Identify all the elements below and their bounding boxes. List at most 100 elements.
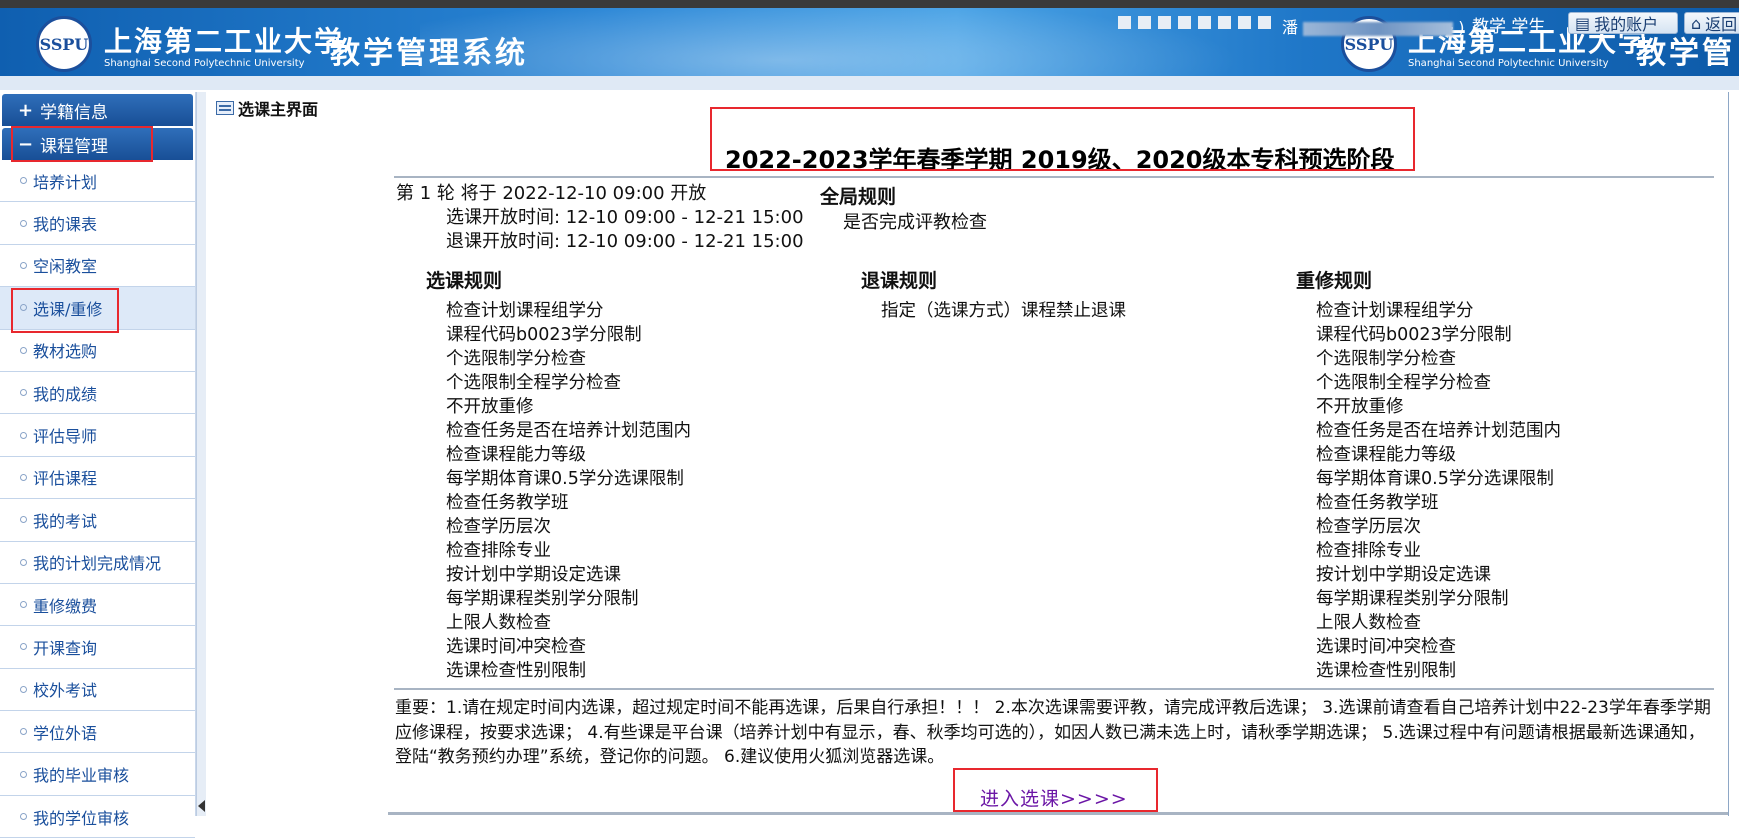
sidebar-item-label: 评估课程: [33, 469, 98, 489]
sidebar-item-evaluate-advisor[interactable]: 评估导师: [0, 414, 195, 457]
theme-square[interactable]: [1158, 16, 1171, 29]
theme-square[interactable]: [1138, 16, 1151, 29]
rule-item: 个选限制全程学分检查: [446, 373, 621, 393]
rule-item: 检查学历层次: [446, 517, 551, 537]
sidebar-item-degree-audit[interactable]: 我的学位审核: [0, 796, 195, 838]
rule-item: 检查任务教学班: [446, 493, 569, 513]
home-icon: ⌂: [1691, 13, 1702, 33]
sidebar-item-plan-completion[interactable]: 我的计划完成情况: [0, 542, 195, 584]
window-icon: [216, 101, 234, 115]
global-rules-title: 全局规则: [820, 186, 897, 208]
sidebar-item-degree-language[interactable]: 学位外语: [0, 711, 195, 754]
rule-item: 按计划中学期设定选课: [446, 565, 621, 585]
rule-item: 每学期课程类别学分限制: [446, 589, 639, 609]
rule-item: 每学期课程类别学分限制: [1316, 589, 1509, 609]
sidebar-item-free-classroom[interactable]: 空闲教室: [0, 245, 195, 288]
sidebar-item-evaluate-course[interactable]: 评估课程: [0, 457, 195, 500]
sidebar-item-label: 我的计划完成情况: [33, 554, 162, 574]
university-name: 上海第二工业大学: [104, 25, 345, 58]
redacted-user-name: [1303, 21, 1454, 36]
collapse-arrow-icon[interactable]: [198, 800, 205, 812]
sidebar-item-retake-payment[interactable]: 重修缴费: [0, 584, 195, 627]
select-rules-title: 选课规则: [426, 270, 503, 292]
user-role: 教学 学生: [1472, 17, 1546, 37]
rule-item: 选课时间冲突检查: [446, 637, 586, 657]
theme-square[interactable]: [1118, 16, 1131, 29]
sidebar-item-my-grades[interactable]: 我的成绩: [0, 372, 195, 415]
rule-item: 不开放重修: [446, 397, 534, 417]
retake-rules-list: 检查计划课程组学分 课程代码b0023学分限制 个选限制学分检查 个选限制全程学…: [1296, 299, 1561, 683]
sidebar-item-training-plan[interactable]: 培养计划: [0, 160, 195, 203]
rule-item: 每学期体育课0.5学分选课限制: [1316, 469, 1554, 489]
bullet-icon: [20, 389, 27, 397]
round-line: 第 1 轮 将于 2022-12-10 09:00 开放: [396, 183, 707, 204]
browser-top-strip: [0, 0, 1739, 8]
bullet-icon: [20, 601, 27, 609]
user-name-suffix: ): [1458, 18, 1465, 37]
important-notice: 重要：1.请在规定时间内选课，超过规定时间不能再选课，后果自行承担！！！ 2.本…: [395, 698, 1711, 767]
rule-item: 检查排除专业: [1316, 541, 1421, 561]
university-name-en-repeat: Shanghai Second Polytechnic University: [1408, 58, 1609, 69]
highlight-box-enter-link: [953, 768, 1158, 812]
sidebar-item-label: 空闲教室: [33, 257, 98, 277]
back-button[interactable]: ⌂ 返回: [1684, 12, 1739, 34]
highlight-box-phase-title: [710, 107, 1415, 171]
sidebar-item-label: 我的课表: [33, 215, 98, 235]
system-title: 教学管理系统: [330, 36, 528, 71]
select-rules-list: 检查计划课程组学分 课程代码b0023学分限制 个选限制学分检查 个选限制全程学…: [426, 299, 691, 683]
header-band: [0, 76, 1739, 90]
rule-item: 检查课程能力等级: [446, 445, 586, 465]
sidebar-item-label: 我的毕业审核: [33, 766, 130, 786]
rule-item: 检查任务是否在培养计划范围内: [1316, 421, 1561, 441]
sidebar-item-label: 教材选购: [33, 342, 98, 362]
sidebar-item-my-exams[interactable]: 我的考试: [0, 499, 195, 542]
sidebar-group-label: 学籍信息: [40, 102, 108, 123]
university-name-en: Shanghai Second Polytechnic University: [104, 58, 305, 69]
theme-square[interactable]: [1258, 16, 1271, 29]
sidebar-item-graduation-audit[interactable]: 我的毕业审核: [0, 753, 195, 796]
theme-square[interactable]: [1198, 16, 1211, 29]
retake-rules-title: 重修规则: [1296, 270, 1373, 292]
sidebar-item-label: 我的成绩: [33, 384, 98, 404]
user-info: 潘 ): [1282, 14, 1464, 38]
rule-item: 检查计划课程组学分: [1316, 301, 1474, 321]
rule-item: 检查课程能力等级: [1316, 445, 1456, 465]
my-account-button[interactable]: ▤ 我的账户: [1568, 12, 1678, 34]
rule-item: 上限人数检查: [446, 613, 551, 633]
sidebar-item-label: 评估导师: [33, 427, 98, 447]
sidebar-item-label: 培养计划: [33, 172, 98, 192]
sidebar-splitter[interactable]: [196, 92, 206, 816]
sidebar-item-course-query[interactable]: 开课查询: [0, 626, 195, 669]
bullet-icon: [20, 346, 27, 354]
rule-item: 个选限制学分检查: [446, 349, 586, 369]
theme-square[interactable]: [1178, 16, 1191, 29]
bullet-icon: [20, 473, 27, 481]
rule-item: 课程代码b0023学分限制: [1316, 325, 1512, 345]
sidebar-item-external-exam[interactable]: 校外考试: [0, 669, 195, 712]
sidebar-item-textbook-purchase[interactable]: 教材选购: [0, 330, 195, 372]
select-rules-section: 选课规则 检查计划课程组学分 课程代码b0023学分限制 个选限制学分检查 个选…: [426, 266, 691, 683]
rule-item: 检查任务是否在培养计划范围内: [446, 421, 691, 441]
bullet-icon: [20, 177, 27, 185]
rule-item: 课程代码b0023学分限制: [446, 325, 642, 345]
drop-rules-list: 指定（选课方式）课程禁止退课: [861, 299, 1126, 323]
breadcrumb: 选课主界面: [216, 96, 318, 120]
sidebar-group-student-record[interactable]: + 学籍信息: [2, 94, 193, 126]
expand-plus-icon: +: [18, 99, 34, 121]
rule-item: 每学期体育课0.5学分选课限制: [446, 469, 684, 489]
sidebar-item-label: 开课查询: [33, 638, 98, 658]
theme-square[interactable]: [1238, 16, 1251, 29]
theme-square[interactable]: [1218, 16, 1231, 29]
site-header: SSPU 上海第二工业大学 Shanghai Second Polytechni…: [0, 8, 1739, 76]
rule-item: 选课检查性别限制: [1316, 661, 1456, 681]
round-info: 第 1 轮 将于 2022-12-10 09:00 开放 选课开放时间: 12-…: [396, 182, 804, 254]
divider-top: [394, 176, 1714, 178]
sidebar-item-label: 我的考试: [33, 511, 98, 531]
sidebar-item-label: 校外考试: [33, 681, 98, 701]
rule-item: 不开放重修: [1316, 397, 1404, 417]
select-open-time: 选课开放时间: 12-10 09:00 - 12-21 15:00: [446, 207, 804, 228]
sidebar-item-my-schedule[interactable]: 我的课表: [0, 202, 195, 245]
retake-rules-section: 重修规则 检查计划课程组学分 课程代码b0023学分限制 个选限制学分检查 个选…: [1296, 266, 1561, 683]
back-label: 返回: [1705, 15, 1738, 34]
university-logo: SSPU: [36, 16, 92, 72]
